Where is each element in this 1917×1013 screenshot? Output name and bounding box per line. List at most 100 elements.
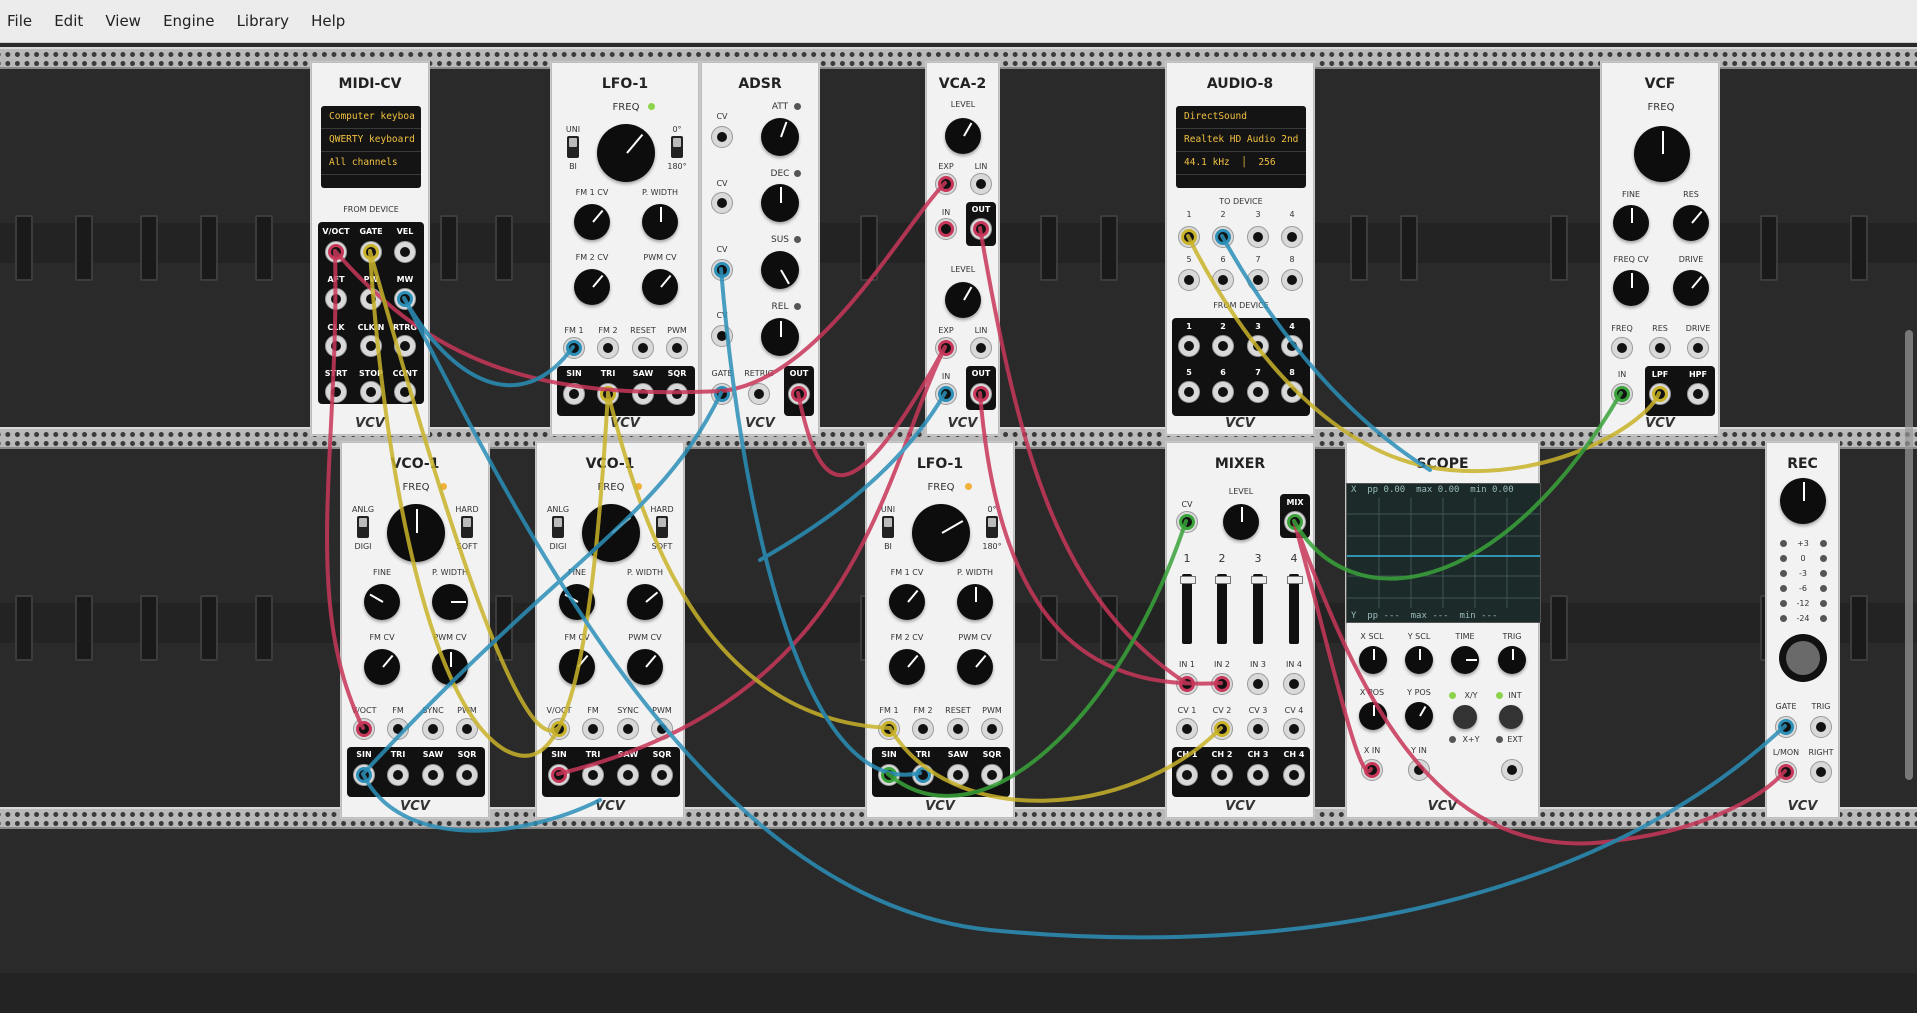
output-jack-tri[interactable] bbox=[597, 383, 619, 405]
menu-library[interactable]: Library bbox=[237, 0, 289, 42]
cv-jack-3[interactable] bbox=[1247, 718, 1269, 740]
x-in-jack[interactable] bbox=[1361, 759, 1383, 781]
master-level-knob[interactable] bbox=[1223, 504, 1259, 540]
module-scope[interactable]: SCOPE X pp 0.00 max 0.00 min 0.00 Y pp -… bbox=[1345, 441, 1541, 819]
cv-jack-1[interactable] bbox=[1176, 718, 1198, 740]
to-device-jack-8[interactable] bbox=[1281, 269, 1303, 291]
module-lfo-1[interactable]: LFO-1 FREQ UNI BI 0° 180° FM 1 CV P. WID… bbox=[550, 61, 700, 436]
in-jack-3[interactable] bbox=[1247, 673, 1269, 695]
output-jack-tri[interactable] bbox=[912, 764, 934, 786]
mix-out-jack[interactable] bbox=[1284, 511, 1306, 533]
audio-driver[interactable]: DirectSound bbox=[1176, 106, 1306, 129]
menu-engine[interactable]: Engine bbox=[163, 0, 214, 42]
sqr-out-jack[interactable] bbox=[651, 764, 673, 786]
to-device-jack-6[interactable] bbox=[1212, 269, 1234, 291]
ch-out-jack-1[interactable] bbox=[1176, 764, 1198, 786]
rack-scrollbar[interactable] bbox=[1905, 330, 1913, 780]
saw-out-jack[interactable] bbox=[617, 764, 639, 786]
ch-out-jack-4[interactable] bbox=[1283, 764, 1305, 786]
ch-out-jack-3[interactable] bbox=[1247, 764, 1269, 786]
menu-edit[interactable]: Edit bbox=[54, 0, 83, 42]
input-jack-fm1[interactable] bbox=[563, 337, 585, 359]
left-in-jack[interactable] bbox=[1775, 761, 1797, 783]
channel-fader-4[interactable] bbox=[1287, 574, 1303, 644]
att-knob[interactable] bbox=[761, 118, 799, 156]
fm2cv-knob[interactable] bbox=[889, 649, 925, 685]
rel-knob[interactable] bbox=[761, 318, 799, 356]
output-jack-sin[interactable] bbox=[563, 383, 585, 405]
output-jack-clkn[interactable] bbox=[360, 335, 382, 357]
sample-rate[interactable]: 44.1 kHz bbox=[1184, 157, 1230, 168]
from-device-jack-4[interactable] bbox=[1281, 335, 1303, 357]
channel-fader-3[interactable] bbox=[1251, 574, 1267, 644]
anlg-digi-switch[interactable] bbox=[552, 516, 564, 538]
channel-fader-1[interactable] bbox=[1180, 574, 1196, 644]
sync-switch[interactable] bbox=[461, 516, 473, 538]
sus-cv-jack[interactable] bbox=[711, 259, 733, 281]
input-jack-fm2[interactable] bbox=[912, 718, 934, 740]
from-device-jack-6[interactable] bbox=[1212, 381, 1234, 403]
audio-device-display[interactable]: DirectSound Realtek HD Audio 2nd 44.1 kH… bbox=[1176, 106, 1306, 188]
output-jack-sin[interactable] bbox=[878, 764, 900, 786]
att-cv-jack[interactable] bbox=[711, 126, 733, 148]
exp-cv-jack-2[interactable] bbox=[935, 337, 957, 359]
tri-out-jack[interactable] bbox=[582, 764, 604, 786]
yscl-knob[interactable] bbox=[1405, 646, 1433, 674]
block-size[interactable]: 256 bbox=[1258, 157, 1275, 168]
res-cv-jack[interactable] bbox=[1649, 337, 1671, 359]
module-vco-1[interactable]: VCO-1 FREQ ANLG DIGI HARD SOFT FINE P. W… bbox=[535, 441, 685, 819]
offset-switch[interactable] bbox=[671, 136, 683, 158]
input-jack-pwm[interactable] bbox=[666, 337, 688, 359]
sync-jack[interactable] bbox=[422, 718, 444, 740]
freq-knob[interactable] bbox=[597, 124, 655, 182]
fm-jack[interactable] bbox=[387, 718, 409, 740]
in-jack-2[interactable] bbox=[935, 383, 957, 405]
sync-jack[interactable] bbox=[617, 718, 639, 740]
record-button[interactable] bbox=[1779, 634, 1827, 682]
output-jack-vel[interactable] bbox=[394, 241, 416, 263]
pwmcv-knob[interactable] bbox=[627, 649, 663, 685]
xy-mode-button[interactable] bbox=[1453, 705, 1477, 729]
out-jack[interactable] bbox=[788, 383, 810, 405]
fine-knob[interactable] bbox=[559, 584, 595, 620]
lpf-jack[interactable] bbox=[1649, 383, 1671, 405]
output-jack-clk[interactable] bbox=[325, 335, 347, 357]
to-device-jack-1[interactable] bbox=[1178, 226, 1200, 248]
drive-knob[interactable] bbox=[1673, 270, 1709, 306]
output-jack-saw[interactable] bbox=[947, 764, 969, 786]
menu-file[interactable]: File bbox=[7, 0, 32, 42]
module-vca-2[interactable]: VCA-2 LEVEL EXP LIN IN OUT LEVEL EXP LIN… bbox=[925, 61, 1000, 436]
to-device-jack-2[interactable] bbox=[1212, 226, 1234, 248]
pwidth-knob[interactable] bbox=[642, 204, 678, 240]
out-jack[interactable] bbox=[970, 218, 992, 240]
fmcv-knob[interactable] bbox=[364, 649, 400, 685]
sin-out-jack[interactable] bbox=[353, 764, 375, 786]
fm1cv-knob[interactable] bbox=[574, 204, 610, 240]
in-jack[interactable] bbox=[1611, 383, 1633, 405]
voct-jack[interactable] bbox=[548, 718, 570, 740]
menu-help[interactable]: Help bbox=[311, 0, 345, 42]
from-device-jack-3[interactable] bbox=[1247, 335, 1269, 357]
from-device-jack-2[interactable] bbox=[1212, 335, 1234, 357]
gate-jack[interactable] bbox=[711, 383, 733, 405]
trig-knob[interactable] bbox=[1498, 646, 1526, 674]
output-jack-mw[interactable] bbox=[394, 288, 416, 310]
ch-out-jack-2[interactable] bbox=[1211, 764, 1233, 786]
freq-knob[interactable] bbox=[912, 504, 970, 562]
exp-cv-jack[interactable] bbox=[935, 173, 957, 195]
to-device-jack-3[interactable] bbox=[1247, 226, 1269, 248]
module-midi-cv[interactable]: MIDI-CV Computer keyboa QWERTY keyboard … bbox=[310, 61, 430, 436]
gate-jack[interactable] bbox=[1775, 716, 1797, 738]
module-vco-1[interactable]: VCO-1 FREQ ANLG DIGI HARD SOFT FINE P. W… bbox=[340, 441, 490, 819]
output-jack-sqr[interactable] bbox=[666, 383, 688, 405]
output-jack-saw[interactable] bbox=[632, 383, 654, 405]
level-knob[interactable] bbox=[945, 118, 981, 154]
midi-driver[interactable]: Computer keyboa bbox=[321, 106, 421, 129]
freq-cv-jack[interactable] bbox=[1611, 337, 1633, 359]
voct-jack[interactable] bbox=[353, 718, 375, 740]
module-rec[interactable]: REC +3 0 -3 -6 -12 -24 GATE TRIG L/MON R… bbox=[1765, 441, 1840, 819]
pwmcv-knob[interactable] bbox=[957, 649, 993, 685]
fm2cv-knob[interactable] bbox=[574, 269, 610, 305]
trig-source-button[interactable] bbox=[1499, 705, 1523, 729]
input-jack-fm2[interactable] bbox=[597, 337, 619, 359]
